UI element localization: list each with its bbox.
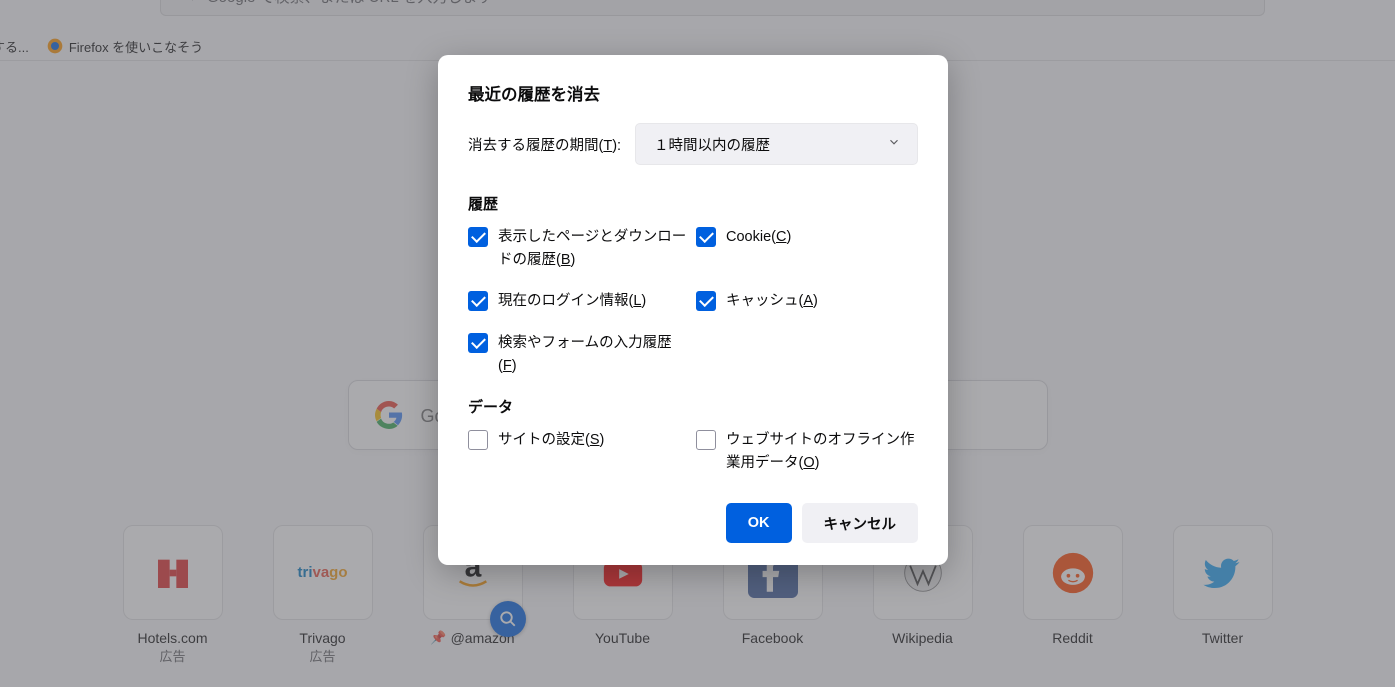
dialog-button-row: OK キャンセル	[468, 503, 918, 543]
time-range-label: 消去する履歴の期間(T):	[468, 134, 621, 155]
clear-history-dialog: 最近の履歴を消去 消去する履歴の期間(T): １時間以内の履歴 履歴 表示したペ…	[438, 55, 948, 565]
checkbox-icon	[696, 291, 716, 311]
chevron-down-icon	[887, 135, 901, 153]
history-checkboxes: 表示したページとダウンロードの履歴(B) Cookie(C) 現在のログイン情報…	[468, 226, 918, 378]
checkbox-icon	[696, 430, 716, 450]
time-range-select[interactable]: １時間以内の履歴	[635, 123, 918, 165]
checkbox-offline-website-data[interactable]: ウェブサイトのオフライン作業用データ(O)	[696, 429, 918, 475]
checkbox-icon	[468, 333, 488, 353]
checkbox-site-settings[interactable]: サイトの設定(S)	[468, 429, 690, 452]
time-range-row: 消去する履歴の期間(T): １時間以内の履歴	[468, 123, 918, 165]
checkbox-cache[interactable]: キャッシュ(A)	[696, 290, 918, 313]
section-heading-data: データ	[468, 396, 918, 417]
dialog-title: 最近の履歴を消去	[468, 81, 918, 105]
time-range-value: １時間以内の履歴	[654, 134, 770, 155]
data-checkboxes: サイトの設定(S) ウェブサイトのオフライン作業用データ(O)	[468, 429, 918, 475]
checkbox-icon	[468, 291, 488, 311]
checkbox-browsing-download-history[interactable]: 表示したページとダウンロードの履歴(B)	[468, 226, 690, 272]
checkbox-icon	[696, 227, 716, 247]
ok-button[interactable]: OK	[726, 503, 792, 543]
checkbox-cookies[interactable]: Cookie(C)	[696, 226, 918, 249]
checkbox-icon	[468, 430, 488, 450]
checkbox-icon	[468, 227, 488, 247]
cancel-button[interactable]: キャンセル	[802, 503, 919, 543]
checkbox-active-logins[interactable]: 現在のログイン情報(L)	[468, 290, 690, 313]
section-heading-history: 履歴	[468, 193, 918, 214]
checkbox-form-search-history[interactable]: 検索やフォームの入力履歴(F)	[468, 332, 690, 378]
